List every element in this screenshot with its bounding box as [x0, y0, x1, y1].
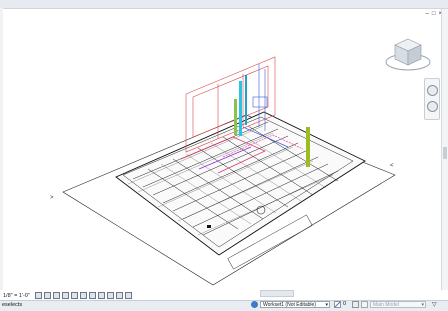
vertical-scrollbar[interactable] [441, 9, 448, 290]
3d-viewport[interactable]: > < [3, 9, 441, 290]
view-control-bar: 1/8" = 1'-0" [0, 291, 200, 300]
riser-blue [245, 75, 247, 125]
equipment-mark [207, 225, 211, 228]
design-option-select[interactable]: Main Model ▾ [370, 301, 426, 308]
analysis-icon[interactable] [124, 292, 132, 299]
detail-level-icon[interactable] [34, 292, 42, 299]
render-icon[interactable] [70, 292, 78, 299]
minimize-icon[interactable]: – [426, 11, 429, 17]
navigation-bar [424, 78, 440, 120]
visual-style-icon[interactable] [43, 292, 51, 299]
horizontal-scrollbar[interactable] [260, 290, 294, 297]
ribbon-strip [0, 0, 448, 9]
riser-green [234, 99, 237, 135]
view-window-controls: – □ × [426, 11, 442, 17]
workset-value: Workset1 (Not Editable) [263, 302, 316, 308]
workset-icon[interactable] [251, 301, 258, 308]
lock-icon[interactable] [97, 292, 105, 299]
status-text: eselects [2, 302, 23, 308]
crop-region-icon[interactable] [88, 292, 96, 299]
workset-select[interactable]: Workset1 (Not Editable) ▾ [260, 301, 330, 308]
grid-marker-left: > [50, 195, 54, 201]
editable-only-icon[interactable] [334, 301, 341, 308]
viewcube-icon[interactable] [383, 35, 433, 75]
sun-path-icon[interactable] [52, 292, 60, 299]
scroll-thumb[interactable] [443, 147, 447, 159]
design-options-icon[interactable] [352, 301, 359, 308]
riser-cyan [239, 81, 242, 136]
chevron-down-icon: ▾ [325, 302, 328, 308]
grid-marker-right: < [390, 163, 394, 169]
hide-icon[interactable] [106, 292, 114, 299]
reveal-icon[interactable] [115, 292, 123, 299]
zoom-icon[interactable] [427, 101, 438, 112]
steering-wheel-icon[interactable] [427, 85, 438, 96]
crop-icon[interactable] [79, 292, 87, 299]
chevron-down-icon: ▾ [421, 302, 424, 308]
filter-icon[interactable]: ▽ [432, 301, 437, 308]
editable-only-count: 0 [343, 301, 347, 307]
model-value: Main Model [373, 302, 399, 308]
exclude-options-icon[interactable] [361, 301, 368, 308]
scale-label[interactable]: 1/8" = 1'-0" [3, 293, 30, 299]
shadows-icon[interactable] [61, 292, 69, 299]
model-drawing[interactable]: > < [3, 9, 441, 290]
restore-icon[interactable]: □ [432, 11, 436, 17]
riser-yellowgreen [306, 127, 310, 167]
